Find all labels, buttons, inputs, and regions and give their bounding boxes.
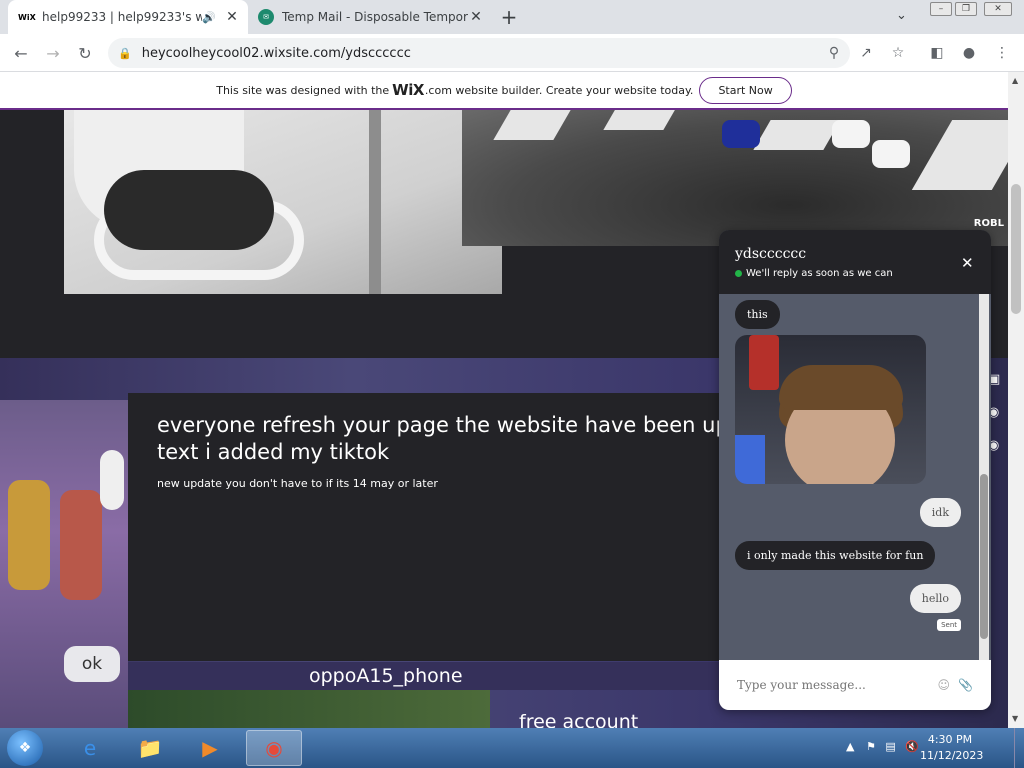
message-bubble: this <box>735 300 780 329</box>
chrome-icon[interactable]: ◉ <box>246 730 302 766</box>
chat-scrollbar-thumb[interactable] <box>980 474 988 639</box>
url-text: heycoolheycool02.wixsite.com/ydscccccc <box>141 45 411 61</box>
chat-messages[interactable]: this idk i only made this website for fu… <box>719 294 991 660</box>
image-message[interactable] <box>735 335 926 484</box>
message-input-row: ☺ 📎 <box>719 660 991 710</box>
wix-favicon: WiX <box>18 12 36 22</box>
message-bubble: hello <box>909 584 961 613</box>
volume-muted-icon[interactable]: 🔇 <box>905 740 919 753</box>
menu-icon[interactable]: ⋮ <box>992 43 1012 63</box>
chat-title: ydscccccc <box>735 246 807 262</box>
system-tray: ▲ ⚑ ▤ 🔇 <box>846 740 919 753</box>
tab-search-icon[interactable]: ⌄ <box>896 8 907 23</box>
scroll-down-icon[interactable]: ▼ <box>1012 714 1018 723</box>
message-bubble: idk <box>919 498 961 527</box>
network-icon[interactable]: ▤ <box>885 740 895 753</box>
photo-game-scene: ROBL <box>462 110 1008 246</box>
attach-icon[interactable]: 📎 <box>958 678 973 692</box>
explorer-icon[interactable]: 📁 <box>122 730 178 766</box>
clock[interactable]: 4:30 PM 11/12/2023 <box>920 732 983 764</box>
frame-icon[interactable]: ▣ <box>988 372 1008 387</box>
side-icons: ▣ ◉ ◉ <box>988 372 1008 453</box>
tab-title: help99233 | help99233's website <box>42 10 203 24</box>
address-input[interactable]: 🔒 heycoolheycool02.wixsite.com/ydscccccc <box>108 38 850 68</box>
wix-logo[interactable]: WiX <box>392 81 424 99</box>
lock-icon[interactable]: 🔒 <box>118 47 132 60</box>
users-icon[interactable]: ◉ <box>988 438 1008 453</box>
roblox-watermark: ROBL <box>973 218 1004 229</box>
emoji-icon[interactable]: ☺ <box>938 678 951 692</box>
zoom-icon[interactable]: ⚲ <box>824 43 844 63</box>
tray-arrow-icon[interactable]: ▲ <box>846 740 854 753</box>
scroll-up-icon[interactable]: ▲ <box>1012 76 1018 85</box>
profile-icon[interactable]: ● <box>959 43 979 63</box>
message-input[interactable] <box>737 678 930 692</box>
side-panel-icon[interactable]: ◧ <box>927 43 947 63</box>
close-tab-icon[interactable]: ✕ <box>224 9 240 25</box>
forward-icon[interactable]: → <box>42 42 64 64</box>
close-window-button[interactable]: ✕ <box>984 2 1012 16</box>
speaker-icon[interactable]: 🔊 <box>202 11 216 24</box>
tab-temp-mail[interactable]: ✉ Temp Mail - Disposable Temporary Email… <box>252 0 492 34</box>
ok-button[interactable]: ok <box>64 646 120 682</box>
new-tab-button[interactable]: + <box>498 5 520 29</box>
close-chat-icon[interactable]: ✕ <box>961 254 974 272</box>
media-player-icon[interactable]: ▶ <box>182 730 238 766</box>
tempmail-icon: ✉ <box>258 9 274 25</box>
announcement-headline: everyone refresh your page the website h… <box>157 413 727 464</box>
ie-icon[interactable]: e <box>62 730 118 766</box>
photo-chair <box>64 110 502 294</box>
bookmark-star-icon[interactable]: ☆ <box>888 43 908 63</box>
flag-icon[interactable]: ⚑ <box>866 740 876 753</box>
back-icon[interactable]: ← <box>10 42 32 64</box>
start-now-button[interactable]: Start Now <box>699 76 792 104</box>
reload-icon[interactable]: ↻ <box>74 42 96 64</box>
minimize-button[interactable]: – <box>930 2 952 16</box>
show-desktop-button[interactable] <box>1014 728 1024 768</box>
message-bubble: i only made this website for fun <box>735 541 936 570</box>
page-scrollbar[interactable]: ▲ ▼ <box>1008 72 1024 728</box>
wix-promo-text-after: .com website builder. Create your websit… <box>424 83 694 97</box>
online-dot-icon <box>735 270 742 277</box>
chat-widget: ydscccccc We'll reply as soon as we can … <box>719 230 991 710</box>
sent-label: Sent <box>937 619 961 631</box>
restore-button[interactable]: ❐ <box>955 2 977 16</box>
wix-promo-banner: This site was designed with the WiX .com… <box>0 72 1008 110</box>
scrollbar-thumb[interactable] <box>1011 184 1021 314</box>
share-icon[interactable]: ↗ <box>856 43 876 63</box>
windows-taskbar: ❖ e 📁 ▶ ◉ ▲ ⚑ ▤ 🔇 4:30 PM 11/12/2023 <box>0 728 1024 768</box>
announcement-subline: new update you don't have to if its 14 m… <box>157 477 438 490</box>
free-account-heading: free account <box>519 711 639 728</box>
tab-title: Temp Mail - Disposable Temporary Email <box>282 10 468 24</box>
chat-scrollbar[interactable] <box>979 294 989 660</box>
tab-wix-site[interactable]: WiX help99233 | help99233's website 🔊 ✕ <box>8 0 248 34</box>
chat-status: We'll reply as soon as we can <box>735 268 991 279</box>
close-tab-icon[interactable]: ✕ <box>468 9 484 25</box>
start-button[interactable]: ❖ <box>7 730 43 766</box>
chat-header: ydscccccc We'll reply as soon as we can … <box>719 230 991 294</box>
phone-caption: oppoA15_phone <box>309 665 463 687</box>
users-icon[interactable]: ◉ <box>988 405 1008 420</box>
browser-tab-bar: WiX help99233 | help99233's website 🔊 ✕ … <box>0 0 1024 34</box>
address-bar-row: ← → ↻ 🔒 heycoolheycool02.wixsite.com/yds… <box>0 34 1024 72</box>
wix-promo-text-before: This site was designed with the <box>216 83 390 97</box>
bottom-image <box>128 690 490 728</box>
